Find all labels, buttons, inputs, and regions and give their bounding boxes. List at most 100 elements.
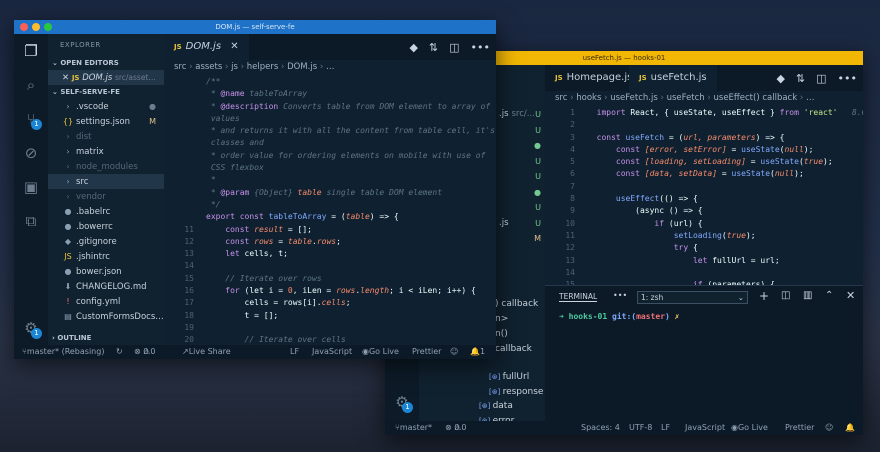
breadcrumb-item[interactable]: js xyxy=(231,62,238,72)
extensions-icon[interactable]: ▣ xyxy=(14,170,48,204)
git-compare-icon[interactable]: ◆ xyxy=(776,72,784,85)
file-tree-item[interactable]: JS .jshintrc xyxy=(48,249,164,264)
project-section[interactable]: ⌄ SELF-SERVE-FE xyxy=(48,85,164,99)
minimize-window-button[interactable] xyxy=(32,23,40,31)
go-live-status[interactable]: ◉ Go Live xyxy=(731,421,768,435)
code-line[interactable]: 1 import React, { useState, useEffect } … xyxy=(545,107,863,119)
close-icon[interactable]: ✕ xyxy=(846,289,855,302)
breadcrumb-item[interactable]: hooks xyxy=(576,93,601,103)
file-tree-item[interactable]: M xyxy=(499,231,545,247)
code-line[interactable]: 12 const rows = table.rows; xyxy=(164,236,496,248)
code-line[interactable]: 10 if (url) { xyxy=(545,218,863,230)
breadcrumb-item[interactable]: DOM.js xyxy=(287,62,317,72)
file-tree-item[interactable]: ▤ CustomFormsDocs… xyxy=(48,309,164,324)
code-line[interactable]: 9 (async () => { xyxy=(545,205,863,217)
code-line[interactable]: 12 try { xyxy=(545,242,863,254)
debug-icon[interactable]: ⊘ xyxy=(14,136,48,170)
split-editor-icon[interactable]: ◫ xyxy=(816,72,826,85)
file-tree-item[interactable]: U xyxy=(499,200,545,216)
code-line[interactable]: 2 xyxy=(545,119,863,131)
search-icon[interactable]: ⌕ xyxy=(14,68,48,102)
file-tree-item[interactable]: › vendor xyxy=(48,189,164,204)
code-line[interactable]: CSS flexbox xyxy=(164,162,496,174)
breadcrumb-item[interactable]: … xyxy=(326,62,335,72)
more-actions-icon[interactable]: ••• xyxy=(471,41,490,54)
outline-item[interactable]: n() callback xyxy=(495,327,545,354)
code-line[interactable]: 4 const [error, setError] = useState(nul… xyxy=(545,144,863,156)
file-tree-item[interactable]: › node_modules xyxy=(48,159,164,174)
code-line[interactable]: * order value for ordering elements on m… xyxy=(164,150,496,162)
live-share-status[interactable]: ↗ Live Share xyxy=(182,345,231,359)
tab-homepage[interactable]: JS Homepage.js xyxy=(545,65,642,91)
maximize-window-button[interactable] xyxy=(44,23,52,31)
code-line[interactable]: classes and xyxy=(164,137,496,149)
breadcrumb-item[interactable]: … xyxy=(806,93,815,103)
outline-section[interactable]: › OUTLINE xyxy=(48,331,164,345)
code-line[interactable]: 14 xyxy=(545,267,863,279)
eol-status[interactable]: LF xyxy=(290,345,299,359)
terminal-tab[interactable]: TERMINAL xyxy=(559,292,598,302)
file-tree-item[interactable]: › matrix xyxy=(48,144,164,159)
indent-status[interactable]: Spaces: 4 xyxy=(581,421,620,435)
feedback-icon[interactable]: ☺ xyxy=(825,421,833,435)
settings-gear-icon[interactable]: ⚙ 1 xyxy=(14,311,48,345)
terminal-panel[interactable]: TERMINAL ••• 1: zsh ⌄ + ◫ ▥ ⌃ ✕ ➜ hooks-0… xyxy=(545,285,863,421)
file-tree-item[interactable]: ● xyxy=(499,138,545,154)
files-icon[interactable]: ❐ xyxy=(14,34,48,68)
file-tree-item[interactable]: ● xyxy=(499,185,545,201)
file-tree-item[interactable]: U xyxy=(499,154,545,170)
code-line[interactable]: * @description Converts table from DOM e… xyxy=(164,101,496,113)
chevron-up-icon[interactable]: ⌃ xyxy=(825,290,833,301)
language-status[interactable]: JavaScript xyxy=(312,345,352,359)
source-control-icon[interactable]: ⑂ 1 xyxy=(14,102,48,136)
outline-item[interactable]: [⊛] fullUrl xyxy=(479,370,543,385)
encoding-status[interactable]: UTF-8 xyxy=(629,421,652,435)
code-line[interactable]: 8 useEffect(() => { xyxy=(545,193,863,205)
code-line[interactable]: 6 const [data, setData] = useState(null)… xyxy=(545,168,863,180)
code-line[interactable]: 7 xyxy=(545,181,863,193)
file-tree-item[interactable]: ⬇ CHANGELOG.md xyxy=(48,279,164,294)
code-line[interactable]: 13 let cells, t; xyxy=(164,248,496,260)
remote-explorer-icon[interactable]: ⧉ xyxy=(14,204,48,238)
breadcrumb-item[interactable]: useFetch xyxy=(667,93,705,103)
sync-icon[interactable]: ↻ xyxy=(116,345,123,359)
tab-usefetch[interactable]: JS useFetch.js xyxy=(629,65,717,91)
outline-item[interactable]: n> xyxy=(495,312,545,327)
file-tree-item[interactable]: ◆ .gitignore xyxy=(48,234,164,249)
code-line[interactable]: */ xyxy=(164,199,496,211)
file-tree-item[interactable]: › src xyxy=(48,174,164,189)
settings-gear-icon[interactable]: ⚙ 1 xyxy=(385,385,419,419)
code-line[interactable]: 15 // Iterate over rows xyxy=(164,273,496,285)
code-line[interactable]: 3 const useFetch = (url, parameters) => … xyxy=(545,132,863,144)
breadcrumb-item[interactable]: src xyxy=(174,62,186,72)
code-line[interactable]: 13 let fullUrl = url; xyxy=(545,255,863,267)
file-tree-item[interactable]: .js src/... U xyxy=(499,107,545,123)
file-tree-item[interactable]: {} settings.json M xyxy=(48,114,164,129)
code-line[interactable]: export const tableToArray = (table) => { xyxy=(164,211,496,223)
split-terminal-icon[interactable]: ◫ xyxy=(781,290,790,301)
code-line[interactable]: * and returns it with all the content fr… xyxy=(164,125,496,137)
branch-status[interactable]: ⑂ master* xyxy=(395,421,432,435)
file-tree-item[interactable]: U xyxy=(499,169,545,185)
breadcrumb-item[interactable]: helpers xyxy=(247,62,279,72)
file-tree-item[interactable]: › dist xyxy=(48,129,164,144)
code-line[interactable]: 5 const [loading, setLoading] = useState… xyxy=(545,156,863,168)
code-line[interactable]: values xyxy=(164,113,496,125)
outline-item[interactable]: ) callback xyxy=(495,297,545,312)
source-control-icon[interactable]: ⇅ xyxy=(429,41,438,54)
open-editor-item[interactable]: ✕ JS DOM.js src/asset… xyxy=(48,70,164,85)
branch-status[interactable]: ⑂ master* (Rebasing) xyxy=(22,345,104,359)
code-line[interactable]: 16 for (let i = 0, iLen = rows.length; i… xyxy=(164,285,496,297)
code-editor[interactable]: /** * @name tableToArray * @description … xyxy=(164,76,496,347)
code-line[interactable]: 11 setLoading(true); xyxy=(545,230,863,242)
outline-item[interactable]: [⊛] response xyxy=(479,385,543,400)
file-tree-item[interactable]: ● .bowerrc xyxy=(48,219,164,234)
breadcrumb-item[interactable]: useEffect() callback xyxy=(714,93,798,103)
code-line[interactable]: 14 xyxy=(164,260,496,272)
prettier-status[interactable]: Prettier xyxy=(785,421,814,435)
bell-icon[interactable]: 🔔 xyxy=(845,421,855,435)
more-actions-icon[interactable]: ••• xyxy=(838,72,857,85)
file-tree-item[interactable]: ! config.yml xyxy=(48,294,164,309)
problems-status[interactable]: ⊗ 0 ⚠ 0 xyxy=(445,421,467,435)
code-line[interactable]: /** xyxy=(164,76,496,88)
